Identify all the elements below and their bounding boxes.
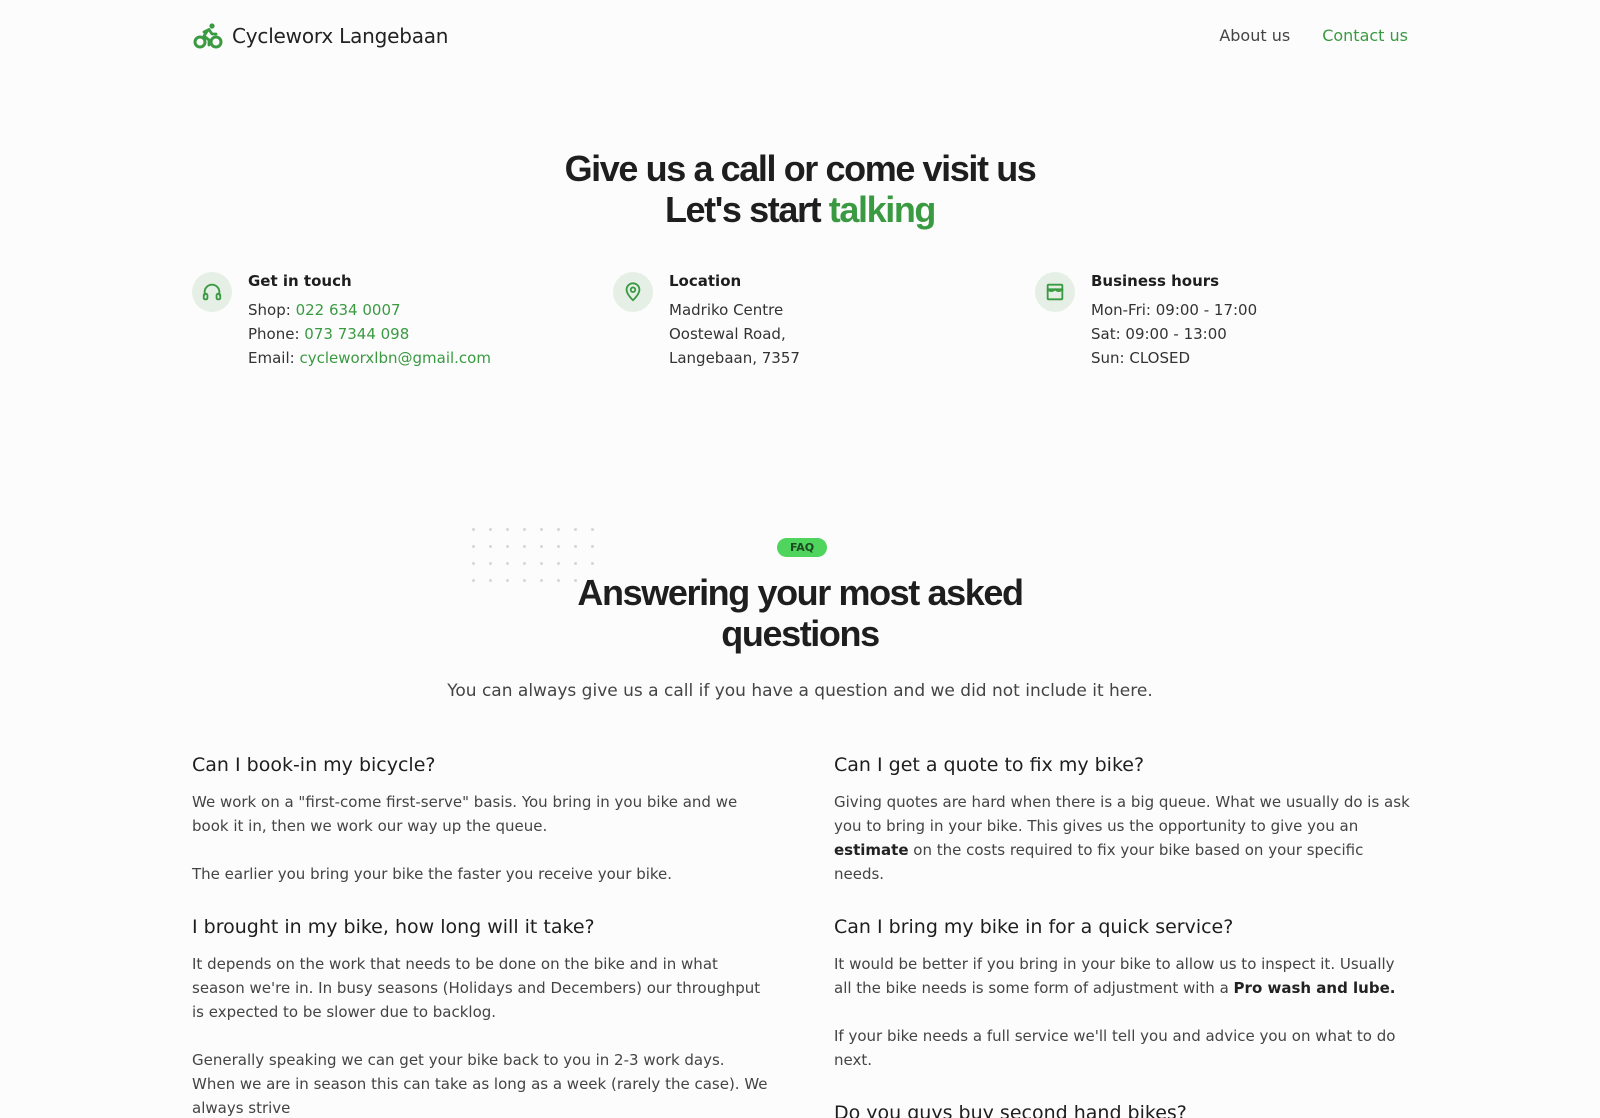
decorative-dot (523, 545, 526, 548)
decorative-dot (591, 528, 594, 531)
nav-about-us[interactable]: About us (1219, 26, 1290, 45)
faq-question: Can I get a quote to fix my bike? (834, 754, 1145, 776)
decorative-dot (574, 562, 577, 565)
decorative-dot (489, 545, 492, 548)
business-hours-title: Business hours (1091, 272, 1220, 290)
hours-weekdays: Mon-Fri: 09:00 - 17:00 (1091, 301, 1258, 319)
faq-answer-text: Giving quotes are hard when there is a b… (834, 793, 1410, 835)
decorative-dot (574, 545, 577, 548)
faq-answer: If your bike needs a full service we'll … (834, 1027, 1396, 1069)
faq-answer-text: on the costs required to fix your bike b… (834, 841, 1364, 883)
decorative-dot (557, 528, 560, 531)
address-line-3: Langebaan, 7357 (669, 349, 800, 367)
faq-column-right: Can I get a quote to fix my bike? Giving… (834, 754, 1414, 1118)
faq-item: Can I get a quote to fix my bike? Giving… (834, 754, 1414, 886)
contact-heading-line1: Give us a call or come visit us (564, 148, 1037, 189)
email-label: Email: (248, 349, 300, 367)
contact-info: Get in touch Shop: 022 634 0007 Phone: 0… (192, 272, 1408, 382)
decorative-dot (574, 528, 577, 531)
faq-answer-emphasis: estimate (834, 841, 909, 859)
decorative-dot (523, 528, 526, 531)
decorative-dot (506, 562, 509, 565)
faq-answer-emphasis: Pro wash and lube. (1233, 979, 1396, 997)
mobile-phone-link[interactable]: 073 7344 098 (304, 325, 409, 343)
decorative-dot (489, 562, 492, 565)
shop-phone-link[interactable]: 022 634 0007 (296, 301, 401, 319)
faq-question: Can I book-in my bicycle? (192, 754, 436, 776)
decorative-dot (472, 562, 475, 565)
decorative-dot (540, 545, 543, 548)
contact-heading: Give us a call or come visit us Let's st… (0, 148, 1600, 230)
faq-answer: Generally speaking we can get your bike … (192, 1051, 768, 1117)
map-pin-icon (613, 272, 653, 312)
headphones-icon (192, 272, 232, 312)
faq-question: I brought in my bike, how long will it t… (192, 916, 595, 938)
phone-label: Phone: (248, 325, 305, 343)
decorative-dot (489, 528, 492, 531)
faq-answer: The earlier you bring your bike the fast… (192, 865, 673, 883)
location-title: Location (669, 272, 742, 290)
decorative-dot (591, 562, 594, 565)
faq-badge: FAQ (777, 538, 827, 557)
decorative-dot (557, 545, 560, 548)
faq-item: Do you guys buy second hand bikes? (834, 1102, 1414, 1118)
faq-heading-line1: Answering your most asked (577, 572, 1024, 613)
hours-saturday: Sat: 09:00 - 13:00 (1091, 325, 1227, 343)
contact-heading-accent: talking (828, 189, 937, 230)
faq-heading-line2: questions (721, 613, 880, 654)
decorative-dot (557, 562, 560, 565)
nav-contact-us[interactable]: Contact us (1322, 26, 1408, 45)
get-in-touch-title: Get in touch (248, 272, 352, 290)
email-link[interactable]: cycleworxlbn@gmail.com (299, 349, 491, 367)
storefront-icon (1035, 272, 1075, 312)
decorative-dot (540, 528, 543, 531)
faq-answer: We work on a "first-come first-serve" ba… (192, 793, 738, 835)
faq-subtitle: You can always give us a call if you hav… (447, 681, 1153, 701)
contact-heading-line2: Let's start (664, 189, 829, 230)
shop-label: Shop: (248, 301, 296, 319)
faq-answer: It depends on the work that needs to be … (192, 955, 761, 1021)
faq-question: Do you guys buy second hand bikes? (834, 1102, 1187, 1118)
decorative-dot (506, 545, 509, 548)
faq-question: Can I bring my bike in for a quick servi… (834, 916, 1234, 938)
faq-item: Can I bring my bike in for a quick servi… (834, 916, 1414, 1072)
faq-item: I brought in my bike, how long will it t… (192, 916, 772, 1118)
faq-heading: Answering your most asked questions (0, 572, 1600, 654)
faq-answer: Giving quotes are hard when there is a b… (834, 790, 1414, 886)
address-line-1: Madriko Centre (669, 301, 784, 319)
address-line-2: Oostewal Road, (669, 325, 786, 343)
decorative-dot (591, 545, 594, 548)
main-nav: About us Contact us (1219, 26, 1408, 45)
decorative-dot (506, 528, 509, 531)
brand-name: Cycleworx Langebaan (232, 24, 449, 48)
site-header: Cycleworx Langebaan About us Contact us (0, 0, 1600, 72)
decorative-dot (540, 562, 543, 565)
decorative-dot (472, 545, 475, 548)
decorative-dot (523, 562, 526, 565)
brand-link[interactable]: Cycleworx Langebaan (192, 20, 448, 52)
faq-column-left: Can I book-in my bicycle? We work on a "… (192, 754, 772, 1118)
hours-sunday: Sun: CLOSED (1091, 349, 1191, 367)
bicycle-rider-icon (192, 20, 224, 52)
decorative-dot (472, 528, 475, 531)
faq-answer: It would be better if you bring in your … (834, 952, 1414, 1000)
faq-item: Can I book-in my bicycle? We work on a "… (192, 754, 772, 886)
